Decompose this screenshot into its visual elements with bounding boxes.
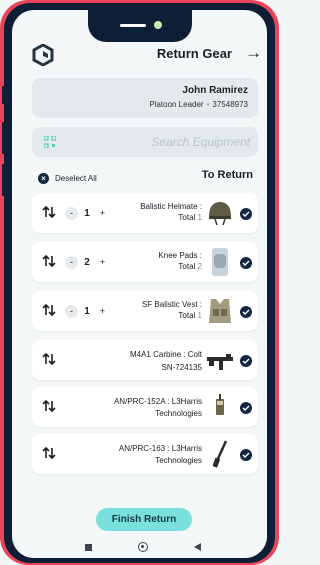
arrow-right-icon[interactable]: → xyxy=(245,43,262,63)
user-meta: Platoon Leader • 37548973 xyxy=(149,100,248,109)
checkbox[interactable] xyxy=(240,257,252,269)
user-card: John Ramirez Platoon Leader • 37548973 xyxy=(32,78,258,118)
item-name: Knee Pads : xyxy=(158,251,202,260)
page-title: Return Gear xyxy=(156,46,232,61)
item-serial: SN-724135 xyxy=(161,363,202,372)
user-name: John Ramirez xyxy=(182,85,248,96)
total-label: Total xyxy=(178,311,196,320)
item-name: Balistic Helmate : xyxy=(140,202,202,211)
item-name: AN/PRC-163 : L3Harris xyxy=(118,444,202,453)
increment-button[interactable]: + xyxy=(96,256,109,269)
deselect-all-button[interactable]: × Deselect All xyxy=(38,173,97,184)
total-label: Total xyxy=(178,213,196,222)
radio-image xyxy=(216,394,224,415)
checkbox[interactable] xyxy=(240,355,252,367)
list-item[interactable]: AN/PRC-152A : L3Harris Technologies xyxy=(32,387,258,427)
finish-return-button[interactable]: Finish Return xyxy=(96,508,192,531)
total-value: 1 xyxy=(197,311,202,320)
knee-pads-image xyxy=(212,248,228,276)
decrement-button[interactable]: - xyxy=(65,207,78,220)
vest-image xyxy=(209,299,231,323)
user-role: Platoon Leader xyxy=(149,100,204,109)
item-total: Total 1 xyxy=(178,311,202,320)
item-manufacturer: Technologies xyxy=(155,456,202,465)
user-id: 37548973 xyxy=(212,100,248,109)
item-total: Total 2 xyxy=(178,262,202,271)
checkbox[interactable] xyxy=(240,208,252,220)
swap-icon[interactable] xyxy=(42,303,56,317)
increment-button[interactable]: + xyxy=(96,305,109,318)
quantity-stepper[interactable]: - 1 + xyxy=(65,207,109,220)
list-item[interactable]: - 2 + Knee Pads : Total 2 xyxy=(32,242,258,282)
total-value: 2 xyxy=(197,262,202,271)
quantity-value: 2 xyxy=(84,257,90,268)
camera-dot xyxy=(154,21,162,29)
increment-button[interactable]: + xyxy=(96,207,109,220)
list-item[interactable]: - 1 + Balistic Helmate : Total 1 xyxy=(32,193,258,233)
swap-icon[interactable] xyxy=(42,254,56,268)
deselect-all-label: Deselect All xyxy=(55,174,97,183)
total-label: Total xyxy=(178,262,196,271)
quantity-value: 1 xyxy=(84,306,90,317)
list-item[interactable]: - 1 + SF Balistic Vest : Total 1 xyxy=(32,291,258,331)
qr-scan-icon[interactable] xyxy=(44,136,56,148)
decrement-button[interactable]: - xyxy=(65,305,78,318)
total-value: 1 xyxy=(197,213,202,222)
item-name: M4A1 Carbine : Colt xyxy=(129,350,202,359)
quantity-value: 1 xyxy=(84,208,90,219)
swap-icon[interactable] xyxy=(42,205,56,219)
list-item[interactable]: M4A1 Carbine : Colt SN-724135 xyxy=(32,340,258,380)
close-icon: × xyxy=(38,173,49,184)
app-logo-icon xyxy=(32,44,54,66)
camera-notch xyxy=(88,10,192,42)
home-icon[interactable] xyxy=(138,542,148,552)
checkbox[interactable] xyxy=(240,449,252,461)
item-manufacturer: Technologies xyxy=(155,409,202,418)
section-title: To Return xyxy=(201,169,253,181)
search-input[interactable]: Search Equipment xyxy=(151,135,250,149)
recent-apps-icon[interactable] xyxy=(85,544,92,551)
item-name: AN/PRC-152A : L3Harris xyxy=(113,397,202,406)
item-total: Total 1 xyxy=(178,213,202,222)
system-nav-bar xyxy=(12,536,267,558)
swap-icon[interactable] xyxy=(42,399,56,413)
rifle-image xyxy=(207,354,233,370)
quantity-stepper[interactable]: - 1 + xyxy=(65,305,109,318)
decrement-button[interactable]: - xyxy=(65,256,78,269)
handheld-radio-image xyxy=(212,440,228,468)
checkbox[interactable] xyxy=(240,306,252,318)
helmet-image xyxy=(209,202,231,226)
item-name: SF Balistic Vest : xyxy=(141,300,202,309)
swap-icon[interactable] xyxy=(42,446,56,460)
separator-dot: • xyxy=(206,100,210,109)
checkbox[interactable] xyxy=(240,402,252,414)
search-bar[interactable]: Search Equipment xyxy=(32,127,258,157)
app-screen: Return Gear → John Ramirez Platoon Leade… xyxy=(12,10,267,558)
list-item[interactable]: AN/PRC-163 : L3Harris Technologies xyxy=(32,434,258,474)
back-icon[interactable] xyxy=(194,543,201,551)
speaker-bar xyxy=(120,24,146,27)
quantity-stepper[interactable]: - 2 + xyxy=(65,256,109,269)
swap-icon[interactable] xyxy=(42,352,56,366)
